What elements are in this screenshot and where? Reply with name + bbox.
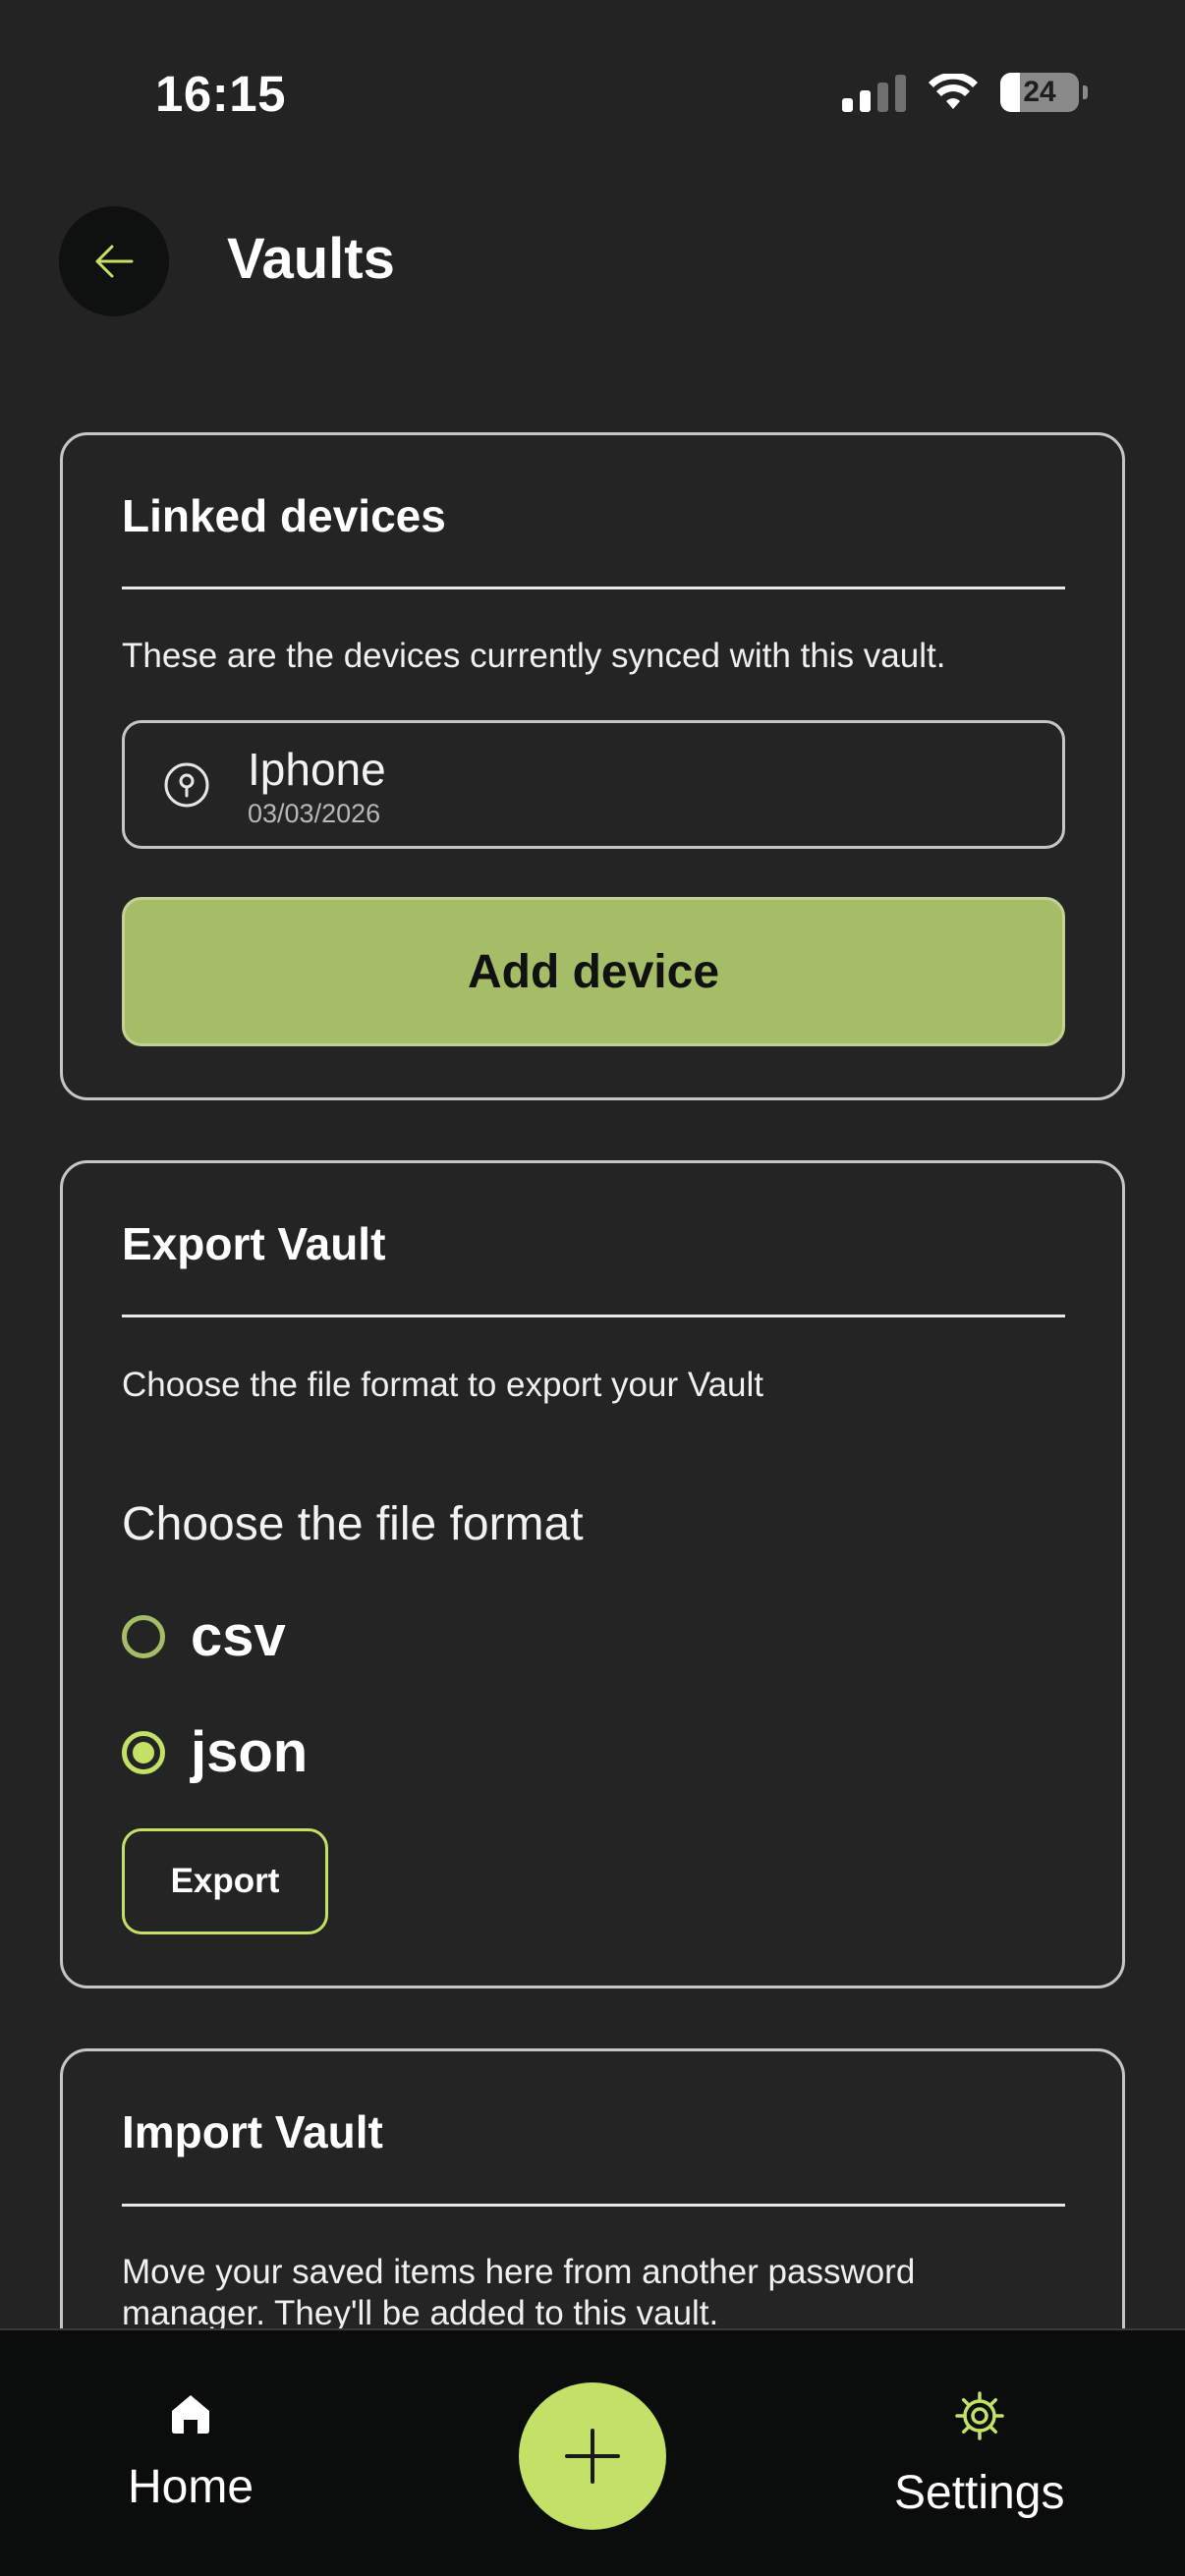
divider [122, 2204, 1065, 2207]
file-format-label: Choose the file format [122, 1498, 584, 1550]
radio-unchecked-icon [122, 1614, 165, 1658]
nav-home[interactable]: Home [128, 2389, 254, 2514]
linked-devices-description: These are the devices currently synced w… [122, 637, 946, 675]
linked-devices-card: Linked devices These are the devices cur… [60, 432, 1125, 1100]
export-button[interactable]: Export [122, 1828, 328, 1934]
add-item-button[interactable] [519, 2382, 666, 2530]
bottom-navigation: Home Settings [0, 2328, 1185, 2576]
page-title: Vaults [227, 227, 395, 291]
home-icon [172, 2395, 210, 2434]
location-pin-icon [164, 762, 209, 808]
add-device-button[interactable]: Add device [122, 897, 1065, 1046]
cellular-signal-icon [842, 73, 906, 112]
vaults-screen: 16:15 24 Vaults Linked devices These are… [0, 0, 1185, 2576]
gear-icon [954, 2391, 1004, 2440]
radio-checked-icon [122, 1730, 165, 1774]
export-vault-title: Export Vault [122, 1218, 386, 1269]
divider [122, 587, 1065, 589]
linked-devices-title: Linked devices [122, 490, 446, 541]
nav-home-label: Home [128, 2461, 254, 2513]
device-name: Iphone [248, 744, 386, 795]
radio-option-csv[interactable]: csv [122, 1603, 286, 1669]
plus-icon [565, 2429, 620, 2484]
nav-settings-label: Settings [894, 2467, 1065, 2519]
device-row[interactable]: Iphone 03/03/2026 [122, 720, 1065, 849]
device-date: 03/03/2026 [248, 799, 381, 828]
arrow-left-icon [95, 245, 134, 278]
nav-settings[interactable]: Settings [894, 2389, 1064, 2520]
export-vault-card: Export Vault Choose the file format to e… [60, 1160, 1125, 1988]
export-vault-description: Choose the file format to export your Va… [122, 1366, 764, 1404]
status-time: 16:15 [155, 66, 286, 122]
radio-label-json: json [191, 1720, 309, 1784]
import-vault-title: Import Vault [122, 2106, 383, 2157]
wifi-icon [929, 74, 978, 109]
battery-icon: 24 [1000, 73, 1088, 112]
battery-level: 24 [1023, 76, 1056, 108]
import-vault-description: Move your saved items here from another … [122, 2253, 916, 2332]
divider [122, 1315, 1065, 1317]
status-icons: 24 [842, 73, 1088, 112]
radio-option-json[interactable]: json [122, 1719, 308, 1785]
back-button[interactable] [59, 206, 169, 316]
radio-label-csv: csv [191, 1604, 286, 1668]
